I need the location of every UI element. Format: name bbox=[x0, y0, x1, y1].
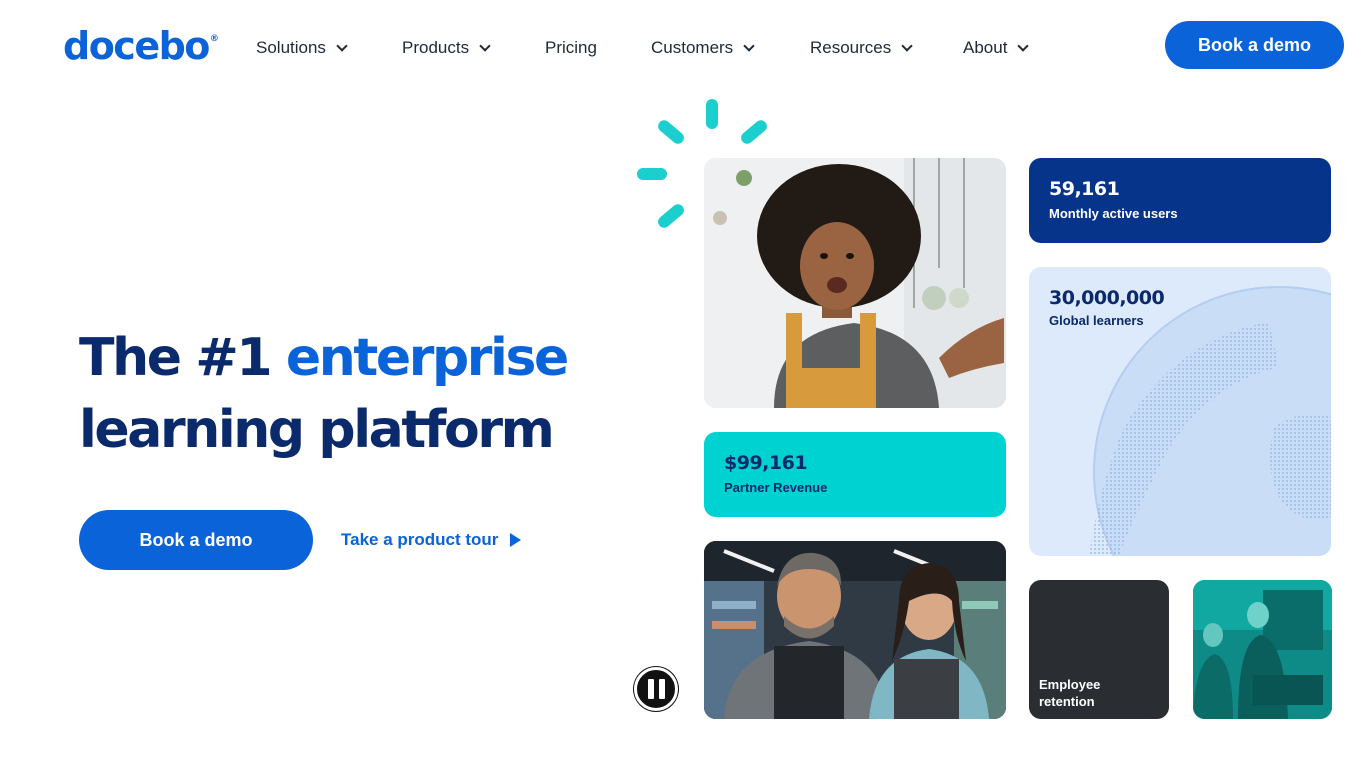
nav-customers[interactable]: Customers bbox=[651, 36, 755, 60]
stat-card-monthly-users: 59,161 Monthly active users bbox=[1029, 158, 1331, 243]
sparkle-ray bbox=[655, 201, 687, 231]
product-tour-label: Take a product tour bbox=[341, 530, 499, 549]
nav-about[interactable]: About bbox=[963, 36, 1030, 60]
nav-resources[interactable]: Resources bbox=[810, 36, 913, 60]
nav-label: Pricing bbox=[545, 38, 597, 57]
hero-title-part2: learning platform bbox=[79, 400, 555, 460]
globe-icon bbox=[1089, 286, 1331, 556]
retention-line1: Employee bbox=[1039, 677, 1101, 692]
chevron-down-icon bbox=[336, 39, 348, 52]
stat-value: 59,161 bbox=[1049, 178, 1120, 200]
nav-label: Resources bbox=[810, 38, 892, 57]
registered-mark: ® bbox=[209, 34, 219, 44]
sparkle-ray bbox=[706, 99, 718, 129]
nav-label: Solutions bbox=[256, 38, 326, 57]
nav-label: Customers bbox=[651, 38, 734, 57]
hero-title-part1: The #1 bbox=[79, 328, 286, 388]
carousel-pause-button[interactable] bbox=[634, 667, 678, 711]
play-arrow-icon bbox=[510, 533, 522, 547]
nav-pricing[interactable]: Pricing bbox=[545, 36, 597, 60]
photo-learner-waving bbox=[704, 158, 1006, 408]
stat-card-global-learners: 30,000,000 Global learners bbox=[1029, 267, 1331, 556]
product-tour-link[interactable]: Take a product tour bbox=[341, 530, 522, 550]
chevron-down-icon bbox=[743, 39, 755, 52]
book-demo-nav-button[interactable]: Book a demo bbox=[1165, 21, 1344, 69]
photo-office-teal bbox=[1193, 580, 1332, 719]
docebo-logo[interactable]: docebo® bbox=[63, 24, 219, 68]
logo-text: docebo bbox=[63, 24, 210, 68]
sparkle-ray bbox=[738, 117, 770, 147]
sparkle-ray bbox=[655, 117, 687, 147]
nav-label: Products bbox=[402, 38, 470, 57]
pause-icon bbox=[647, 679, 654, 699]
book-demo-hero-button[interactable]: Book a demo bbox=[79, 510, 313, 570]
hero-title-accent: enterprise bbox=[285, 328, 569, 388]
pause-icon bbox=[658, 679, 665, 699]
hero-title: The #1 enterprise learning platform bbox=[79, 322, 639, 466]
stat-label: Employee retention bbox=[1039, 676, 1100, 710]
chevron-down-icon bbox=[1017, 39, 1030, 52]
nav-label: About bbox=[963, 38, 1008, 57]
stat-label: Monthly active users bbox=[1049, 206, 1178, 221]
chevron-down-icon bbox=[479, 39, 491, 52]
stat-card-employee-retention: Employee retention bbox=[1029, 580, 1169, 719]
stat-card-partner-revenue: $99,161 Partner Revenue bbox=[704, 432, 1006, 517]
nav-products[interactable]: Products bbox=[402, 36, 491, 60]
office-photo-illustration bbox=[1193, 580, 1332, 719]
chevron-down-icon bbox=[901, 39, 913, 52]
stat-label: Global learners bbox=[1049, 313, 1144, 328]
learner-photo-illustration bbox=[704, 158, 1006, 408]
stat-value: $99,161 bbox=[724, 452, 808, 474]
nav-solutions[interactable]: Solutions bbox=[256, 36, 348, 60]
stat-value: 30,000,000 bbox=[1049, 287, 1165, 309]
photo-shop-workers bbox=[704, 541, 1006, 719]
stat-label: Partner Revenue bbox=[724, 480, 828, 495]
shop-workers-photo-illustration bbox=[704, 541, 1006, 719]
retention-line2: retention bbox=[1039, 694, 1095, 709]
sparkle-ray bbox=[637, 168, 667, 180]
